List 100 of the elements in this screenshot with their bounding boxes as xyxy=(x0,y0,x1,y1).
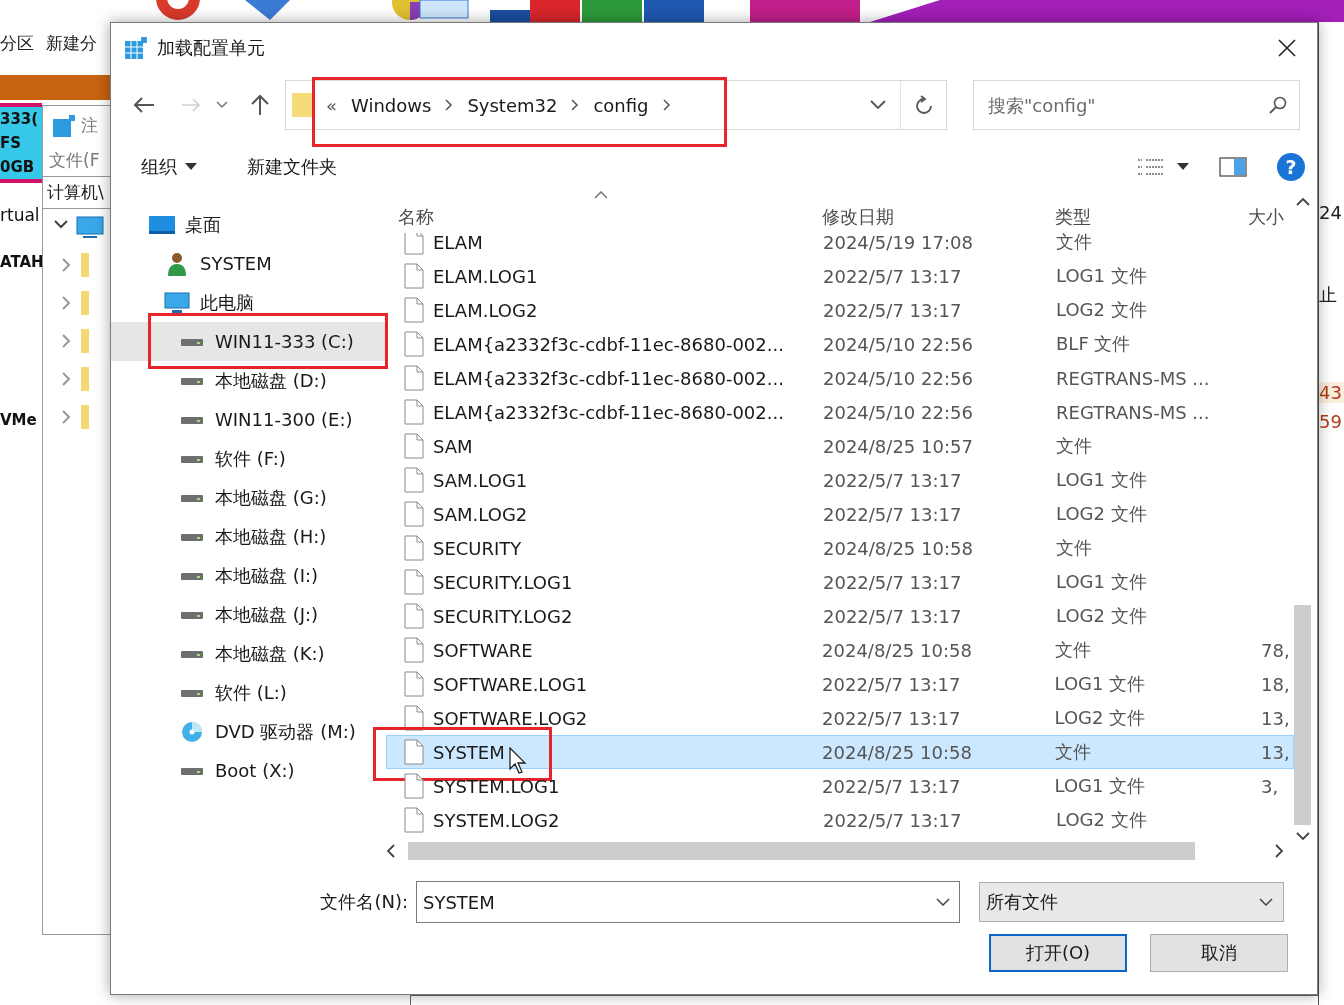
nav-item[interactable]: 本地磁盘 (K:) xyxy=(111,634,386,673)
type-text: LOG1 文件 xyxy=(1055,570,1148,594)
help-button[interactable]: ? xyxy=(1277,153,1305,181)
breadcrumb-item[interactable]: System32 xyxy=(467,94,558,116)
type-text: LOG1 文件 xyxy=(1053,672,1147,696)
file-row[interactable]: ELAM.LOG1 2022/5/7 13:17 LOG1 文件 xyxy=(386,259,1294,293)
file-name-field[interactable]: SYSTEM xyxy=(416,881,960,923)
date-text: 2024/5/19 17:08 xyxy=(822,233,974,253)
file-name: ELAM{a2332f3c-cdbf-11ec-8680-002... xyxy=(433,401,784,423)
type-text: LOG2 文件 xyxy=(1055,502,1148,526)
date-text: 2022/5/7 13:17 xyxy=(822,571,963,593)
nav-item[interactable]: 本地磁盘 (I:) xyxy=(111,556,386,595)
file-row[interactable]: ELAM 2024/5/19 17:08 文件 xyxy=(386,233,1294,259)
size-text: 3, xyxy=(1260,775,1280,797)
date-text: 2024/8/25 10:58 xyxy=(822,537,974,559)
address-bar[interactable]: « Windows System32 config xyxy=(285,80,947,130)
nav-item[interactable]: 本地磁盘 (D:) xyxy=(111,361,386,400)
drive-icon xyxy=(181,687,203,698)
drive-icon xyxy=(181,453,203,464)
nav-item[interactable]: 本地磁盘 (H:) xyxy=(111,517,386,556)
file-icon xyxy=(404,603,424,629)
breadcrumb-item[interactable]: config xyxy=(593,94,649,116)
new-folder-button[interactable]: 新建文件夹 xyxy=(245,151,339,183)
file-row[interactable]: SAM 2024/8/25 10:57 文件 xyxy=(386,429,1294,463)
nav-item[interactable]: Boot (X:) xyxy=(111,751,386,790)
nav-item[interactable]: 软件 (L:) xyxy=(111,673,386,712)
toolbar-label: 分区 xyxy=(0,32,34,55)
nav-item[interactable]: 本地磁盘 (G:) xyxy=(111,478,386,517)
file-name: SOFTWARE.LOG2 xyxy=(433,707,588,729)
preview-pane-button[interactable] xyxy=(1219,157,1247,177)
file-row[interactable]: ELAM{a2332f3c-cdbf-11ec-8680-002... 2024/5/10 22:56 BLF 文件 xyxy=(386,327,1294,361)
file-icon xyxy=(404,433,424,459)
type-text: LOG2 文件 xyxy=(1055,298,1148,322)
file-name: SECURITY.LOG1 xyxy=(433,571,573,593)
search-field[interactable]: 搜索"config" xyxy=(973,80,1300,130)
column-header[interactable]: 大小 xyxy=(1240,201,1294,233)
nav-item[interactable]: 软件 (F:) xyxy=(111,439,386,478)
window-title: 注 xyxy=(81,114,98,137)
chevron-icon xyxy=(662,99,671,111)
size-text: 13, xyxy=(1260,707,1291,729)
file-row[interactable]: ELAM{a2332f3c-cdbf-11ec-8680-002... 2024/5/10 22:56 REGTRANS-MS ... xyxy=(386,361,1294,395)
nav-item[interactable]: 本地磁盘 (J:) xyxy=(111,595,386,634)
column-header[interactable]: 名称 xyxy=(386,201,810,233)
nav-item[interactable]: SYSTEM xyxy=(111,244,386,283)
file-row[interactable]: SOFTWARE.LOG1 2022/5/7 13:17 LOG1 文件 18, xyxy=(386,667,1294,701)
organize-menu-button[interactable]: 组织 xyxy=(139,151,199,183)
app-icon xyxy=(125,37,147,59)
file-type-select[interactable]: 所有文件 xyxy=(979,882,1284,922)
type-text: REGTRANS-MS ... xyxy=(1055,401,1211,423)
view-options-button[interactable] xyxy=(1137,158,1189,176)
file-row[interactable]: ELAM.LOG2 2022/5/7 13:17 LOG2 文件 xyxy=(386,293,1294,327)
nav-item[interactable]: DVD 驱动器 (M:) xyxy=(111,712,386,751)
file-row[interactable]: SECURITY.LOG2 2022/5/7 13:17 LOG2 文件 xyxy=(386,599,1294,633)
file-row[interactable]: ELAM{a2332f3c-cdbf-11ec-8680-002... 2024/5/10 22:56 REGTRANS-MS ... xyxy=(386,395,1294,429)
date-text: 2024/5/10 22:56 xyxy=(822,401,974,423)
file-row[interactable]: SYSTEM.LOG2 2022/5/7 13:17 LOG2 文件 xyxy=(386,803,1294,837)
window-title: 加载配置单元 xyxy=(157,36,265,60)
type-text: LOG1 文件 xyxy=(1053,774,1147,798)
column-header[interactable]: 修改日期 xyxy=(810,201,1042,233)
file-name: SAM.LOG2 xyxy=(433,503,528,525)
disc-icon xyxy=(181,720,203,743)
date-text: 2022/5/7 13:17 xyxy=(821,775,962,797)
drive-icon xyxy=(181,648,203,659)
file-row[interactable]: SOFTWARE.LOG2 2022/5/7 13:17 LOG2 文件 13, xyxy=(386,701,1294,735)
file-row[interactable]: SAM.LOG1 2022/5/7 13:17 LOG1 文件 xyxy=(386,463,1294,497)
type-text: LOG1 文件 xyxy=(1055,264,1148,288)
size-text: 18, xyxy=(1260,673,1291,695)
file-row[interactable]: SYSTEM.LOG1 2022/5/7 13:17 LOG1 文件 3, xyxy=(386,769,1294,803)
file-icon xyxy=(404,501,424,527)
file-row[interactable]: SAM.LOG2 2022/5/7 13:17 LOG2 文件 xyxy=(386,497,1294,531)
dialog-button[interactable]: 取消 xyxy=(1150,934,1288,972)
disk-label: ATAH xyxy=(0,253,42,271)
overflow-chevron[interactable]: « xyxy=(326,94,337,116)
file-name: SECURITY xyxy=(433,537,522,559)
breadcrumb-item[interactable]: Windows xyxy=(351,94,432,116)
file-name: SOFTWARE xyxy=(433,639,533,661)
file-icon xyxy=(404,569,424,595)
file-row[interactable]: SECURITY.LOG1 2022/5/7 13:17 LOG1 文件 xyxy=(386,565,1294,599)
file-icon xyxy=(404,331,424,357)
nav-item[interactable]: 此电脑 xyxy=(111,283,386,322)
column-header[interactable]: 类型 xyxy=(1042,201,1240,233)
file-icon xyxy=(404,705,424,731)
type-text: 文件 xyxy=(1055,233,1093,254)
cell-text: 43 xyxy=(1319,382,1344,403)
nav-item[interactable]: WIN11-300 (E:) xyxy=(111,400,386,439)
caret-icon xyxy=(185,163,197,171)
file-icon xyxy=(404,297,424,323)
drive-icon xyxy=(181,570,203,581)
type-text: LOG1 文件 xyxy=(1055,468,1148,492)
file-row[interactable]: SECURITY 2024/8/25 10:58 文件 xyxy=(386,531,1294,565)
up-chevron-icon xyxy=(1295,197,1310,207)
pane-icon xyxy=(1219,157,1247,177)
dialog-button[interactable]: 打开(O) xyxy=(989,934,1127,972)
date-text: 2022/5/7 13:17 xyxy=(822,265,963,287)
file-row[interactable]: SOFTWARE 2024/8/25 10:58 文件 78, xyxy=(386,633,1294,667)
file-row[interactable]: SYSTEM 2024/8/25 10:58 文件 13, xyxy=(386,735,1294,769)
file-icon xyxy=(404,365,424,391)
nav-item[interactable]: 桌面 xyxy=(111,205,386,244)
nav-item[interactable]: WIN11-333 (C:) xyxy=(111,322,386,361)
toolbar-label: 新建分 xyxy=(46,32,97,55)
